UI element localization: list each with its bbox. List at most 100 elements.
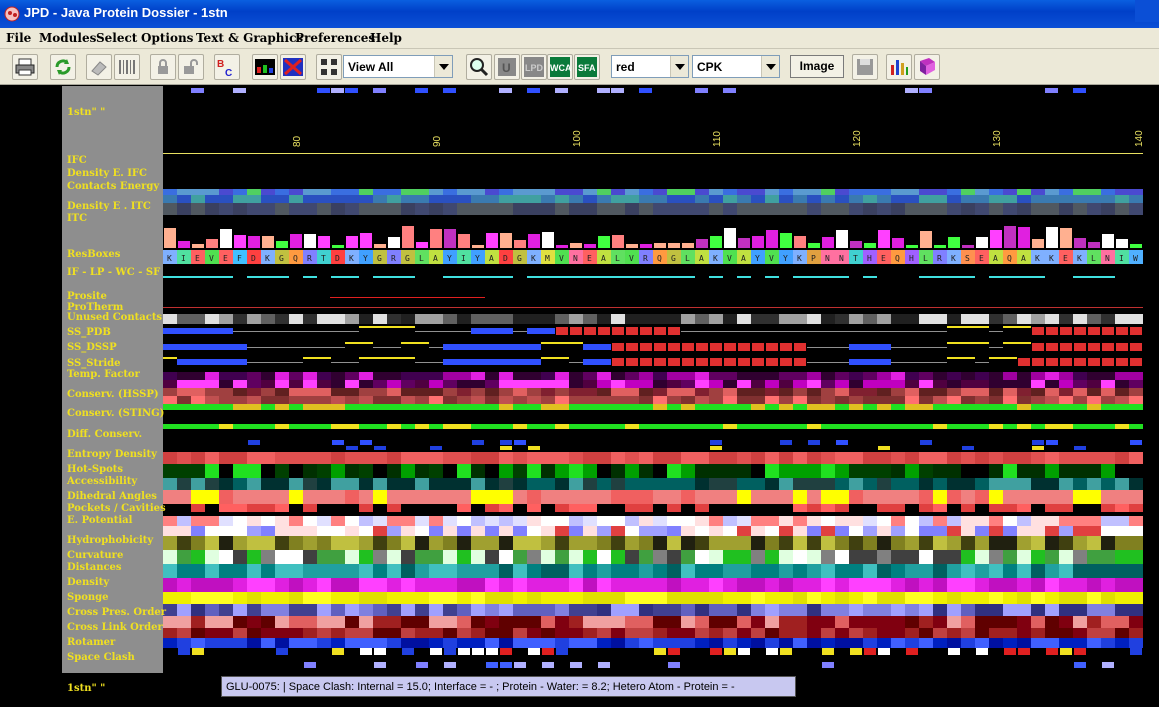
rotamer-cell — [247, 638, 261, 648]
contacts-cell — [597, 189, 611, 195]
cross-pres-cell — [247, 604, 261, 616]
conserv-hssp-cell — [387, 388, 401, 396]
curvature-cell — [821, 550, 835, 564]
cross-pres-cell — [1073, 616, 1087, 628]
conserv-hssp-cell — [1045, 388, 1059, 396]
distances-cell — [1003, 564, 1017, 578]
cross-pres-cell — [793, 604, 807, 616]
itc-bar — [892, 238, 904, 248]
hot-spots-cell — [387, 464, 401, 478]
pockets-cell — [485, 504, 499, 512]
dihedral-cell — [695, 490, 709, 504]
itc-bar — [458, 234, 470, 248]
ss-dssp-turn — [947, 342, 961, 344]
distances-cell — [303, 564, 317, 578]
unused-contacts-cell — [233, 314, 247, 324]
curvature-cell — [849, 550, 863, 564]
cross-link-cell — [919, 628, 933, 638]
wave-segment — [1017, 276, 1031, 278]
cross-link-cell — [415, 628, 429, 638]
conserv-sting-cell — [457, 424, 471, 429]
hydrophobicity-cell — [583, 536, 597, 550]
contacts-cell — [807, 203, 821, 215]
entropy-cell — [485, 452, 499, 464]
contacts-cell — [975, 203, 989, 215]
wave-segment — [345, 276, 359, 278]
pockets-cell — [681, 504, 695, 512]
ss-pdb-coil — [779, 331, 793, 332]
cross-link-cell — [667, 628, 681, 638]
cross-pres-cell — [219, 604, 233, 616]
cross-pres-cell — [1003, 616, 1017, 628]
contacts-cell — [793, 189, 807, 195]
ss-pdb-helix — [1130, 327, 1142, 335]
conserv-sting-cell — [429, 424, 443, 429]
conserv-hssp-cell — [177, 388, 191, 396]
track-label: E. Potential — [67, 515, 133, 526]
sponge-cell — [191, 592, 205, 604]
pockets-cell — [555, 504, 569, 512]
conserv-sting-cell — [331, 424, 345, 429]
cross-link-cell — [639, 628, 653, 638]
conserv-hssp-cell — [569, 396, 583, 404]
cross-pres-cell — [933, 616, 947, 628]
contacts-cell — [975, 189, 989, 195]
cross-pres-cell — [555, 604, 569, 616]
ss-pdb-turn — [1017, 326, 1031, 328]
ss-dssp-helix — [724, 343, 736, 351]
diff-conserv-cell — [472, 440, 484, 445]
temp-factor-cell — [639, 380, 653, 388]
contacts-cell — [191, 189, 205, 195]
contacts-cell — [205, 203, 219, 215]
sponge-cell — [205, 592, 219, 604]
residue-letter: L — [419, 254, 424, 263]
rotamer-cell — [485, 638, 499, 648]
ss-pdb-coil — [849, 331, 863, 332]
temp-factor-cell — [1087, 380, 1101, 388]
ss-dssp-helix — [668, 343, 680, 351]
density-cell — [401, 578, 415, 592]
residue-letter: I — [461, 254, 466, 263]
ss-dssp-coil — [387, 347, 401, 348]
track-canvas[interactable]: KIEVEFDKGQRTDKYGRGLAYIYADGKMVNEALVRQGLAK… — [0, 0, 1159, 707]
conserv-sting-cell — [695, 424, 709, 429]
rotamer-cell — [373, 638, 387, 648]
curvature-cell — [527, 550, 541, 564]
hot-spots-cell — [233, 464, 247, 478]
cross-pres-cell — [737, 604, 751, 616]
hot-spots-cell — [905, 464, 919, 478]
track-label: Cross Pres. Order — [67, 607, 166, 618]
wave-segment — [261, 276, 275, 278]
hydrophobicity-cell — [303, 536, 317, 550]
cross-pres-cell — [233, 616, 247, 628]
e-potential-cell — [835, 516, 849, 526]
cross-pres-cell — [1101, 616, 1115, 628]
contacts-cell — [317, 195, 331, 203]
entropy-cell — [849, 452, 863, 464]
temp-factor-cell — [1017, 380, 1031, 388]
itc-bar — [402, 226, 414, 248]
conserv-hssp-cell — [485, 396, 499, 404]
entropy-cell — [443, 452, 457, 464]
curvature-cell — [205, 550, 219, 564]
hydrophobicity-cell — [695, 536, 709, 550]
density-cell — [177, 578, 191, 592]
accessibility-cell — [261, 478, 275, 490]
accessibility-cell — [233, 478, 247, 490]
ss-stride-strand — [597, 359, 611, 365]
ss-pdb-coil — [513, 331, 527, 332]
cross-pres-cell — [541, 604, 555, 616]
conserv-sting-cell — [1003, 424, 1017, 429]
itc-bar — [220, 229, 232, 248]
contacts-cell — [947, 195, 961, 203]
ss-stride-strand — [205, 359, 219, 365]
entropy-cell — [1045, 452, 1059, 464]
ss-pdb-turn — [1003, 326, 1017, 328]
entropy-cell — [527, 452, 541, 464]
accessibility-cell — [1003, 478, 1017, 490]
curvature-cell — [261, 550, 275, 564]
dihedral-cell — [1129, 490, 1143, 504]
hot-spots-cell — [835, 464, 849, 478]
e-potential-cell — [1045, 516, 1059, 526]
e-potential-cell — [667, 526, 681, 536]
